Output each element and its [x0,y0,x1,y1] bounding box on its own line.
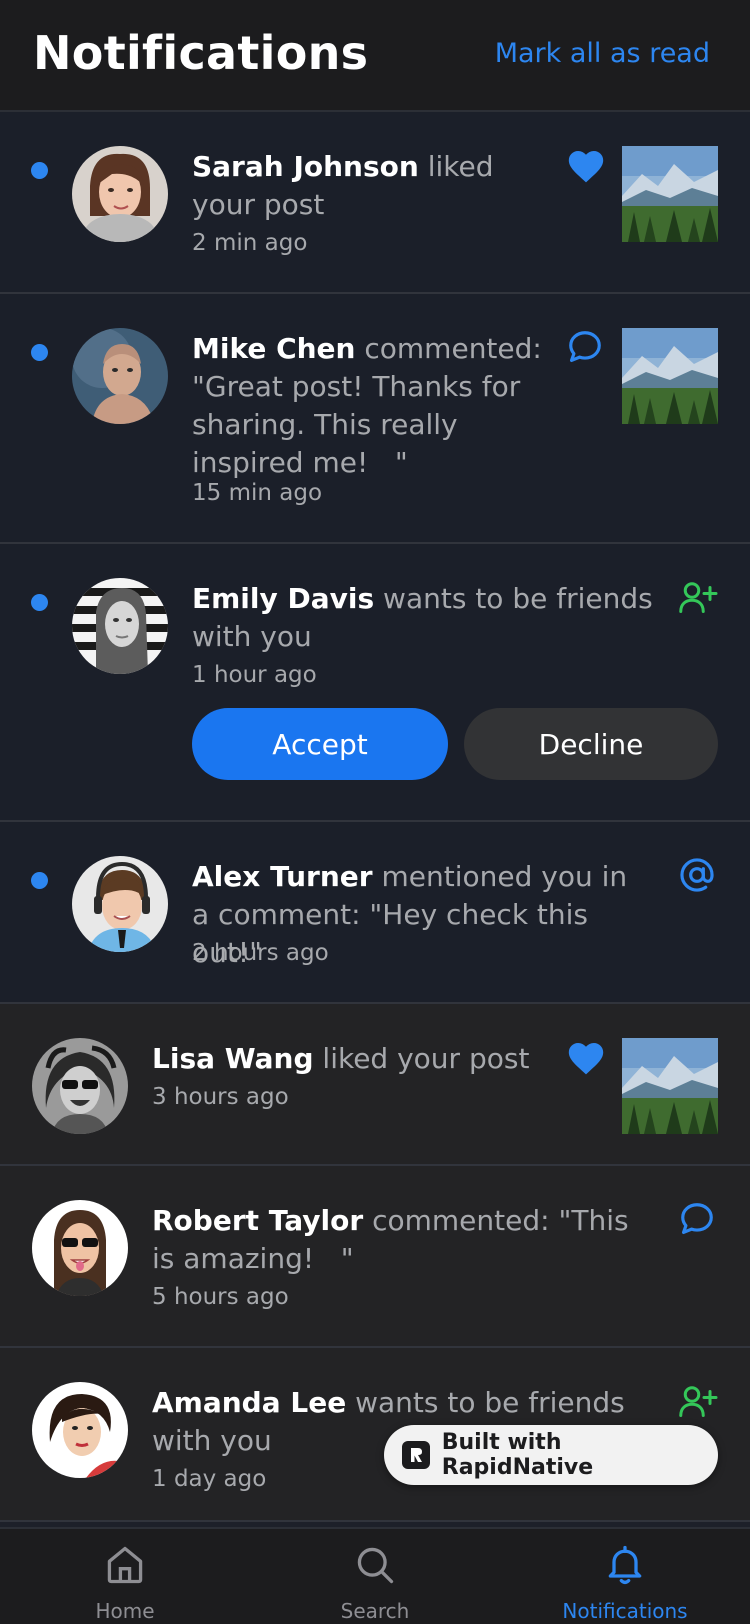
header: Notifications Mark all as read [0,0,750,112]
built-with-badge[interactable]: Built with RapidNative [384,1425,718,1485]
mark-all-read-button[interactable]: Mark all as read [495,38,710,69]
tab-notifications[interactable]: Notifications [500,1529,750,1624]
notification-text: Mike Chen commented: "Great post! Thanks… [192,330,562,482]
notification-time: 3 hours ago [152,1084,289,1110]
user-plus-icon [678,580,718,620]
post-thumbnail[interactable] [622,146,718,242]
avatar[interactable] [32,1038,128,1134]
home-icon [103,1543,147,1591]
at-icon [678,856,716,898]
notification-item[interactable]: Alex Turner mentioned you in a comment: … [0,822,750,1004]
comment-icon [566,328,604,370]
notification-time: 1 day ago [152,1466,267,1492]
decline-button[interactable]: Decline [464,708,718,780]
notification-user-name[interactable]: Alex Turner [192,860,373,893]
notification-user-name[interactable]: Lisa Wang [152,1042,314,1075]
notification-time: 5 hours ago [152,1284,289,1310]
search-icon [353,1543,397,1591]
avatar[interactable] [72,578,168,674]
notification-list: Sarah Johnson liked your post 2 min ago [0,112,750,1522]
user-plus-icon [678,1384,718,1424]
unread-dot [31,872,48,889]
unread-dot [31,162,48,179]
notifications-screen: Notifications Mark all as read Sarah Joh… [0,0,750,1624]
notification-time: 2 hours ago [192,940,329,966]
notification-item[interactable]: Robert Taylor commented: "This is amazin… [0,1166,750,1348]
bell-icon [603,1543,647,1591]
post-thumbnail[interactable] [622,328,718,424]
heart-icon [566,148,606,188]
notification-message: liked your post [313,1042,530,1075]
notification-user-name[interactable]: Emily Davis [192,582,374,615]
notification-user-name[interactable]: Robert Taylor [152,1204,363,1237]
tab-home[interactable]: Home [0,1529,250,1624]
comment-icon [678,1200,716,1242]
tab-bar: Home Search Notifications [0,1527,750,1624]
avatar[interactable] [72,328,168,424]
avatar[interactable] [32,1200,128,1296]
notification-item[interactable]: Lisa Wang liked your post 3 hours ago [0,1004,750,1166]
notification-text: Emily Davis wants to be friends with you [192,580,678,656]
notification-time: 15 min ago [192,480,323,506]
notification-item[interactable]: Sarah Johnson liked your post 2 min ago [0,112,750,294]
badge-label: Built with RapidNative [441,1430,594,1480]
heart-icon [566,1040,606,1080]
notification-time: 1 hour ago [192,662,317,688]
notification-item[interactable]: Emily Davis wants to be friends with you… [0,544,750,822]
notification-user-name[interactable]: Mike Chen [192,332,355,365]
notification-item[interactable]: Mike Chen commented: "Great post! Thanks… [0,294,750,544]
post-thumbnail[interactable] [622,1038,718,1134]
notification-text: Sarah Johnson liked your post [192,148,542,224]
notification-text: Robert Taylor commented: "This is amazin… [152,1202,632,1278]
notification-user-name[interactable]: Sarah Johnson [192,150,419,183]
avatar[interactable] [32,1382,128,1478]
notification-time: 2 min ago [192,230,308,256]
unread-dot [31,344,48,361]
accept-button[interactable]: Accept [192,708,448,780]
avatar[interactable] [72,146,168,242]
tab-label: Search [340,1599,410,1623]
tab-label: Home [95,1599,155,1623]
notification-user-name[interactable]: Amanda Lee [152,1386,346,1419]
notification-text: Lisa Wang liked your post [152,1040,552,1078]
tab-label: Notifications [562,1599,688,1623]
tab-search[interactable]: Search [250,1529,500,1624]
avatar[interactable] [72,856,168,952]
rapidnative-logo-icon [402,1441,430,1469]
page-title: Notifications [33,26,369,80]
unread-dot [31,594,48,611]
